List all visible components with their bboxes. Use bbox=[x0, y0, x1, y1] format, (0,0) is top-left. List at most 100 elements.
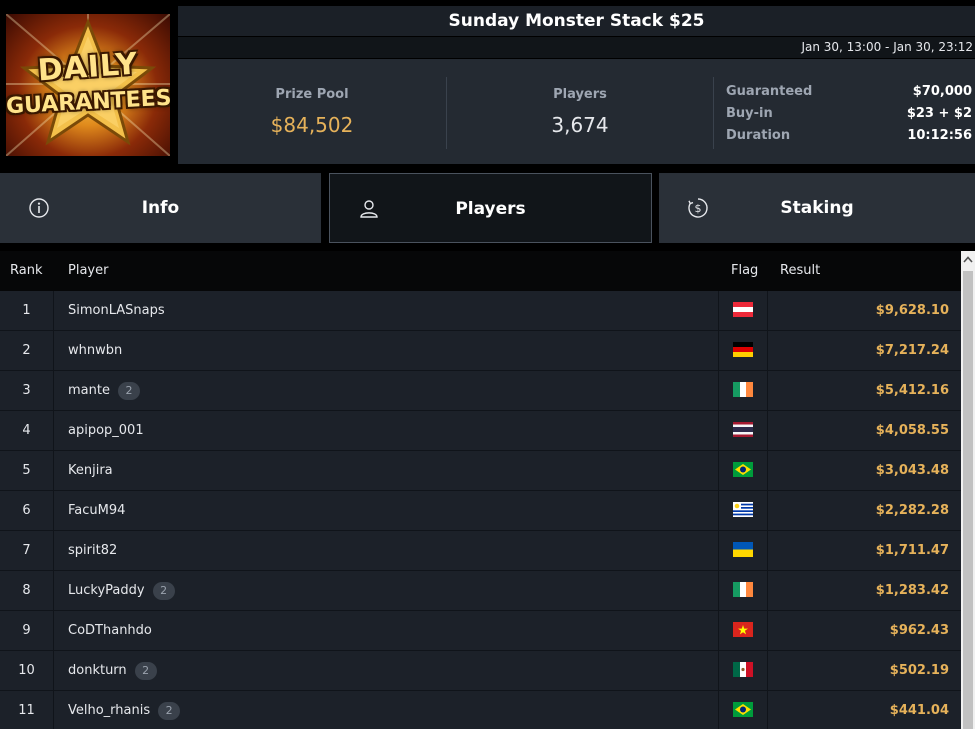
table-row[interactable]: 2 whnwbn $7,217.24 bbox=[0, 331, 961, 371]
flag-cell bbox=[718, 291, 768, 330]
header-flag[interactable]: Flag bbox=[731, 251, 758, 291]
player-name[interactable]: SimonLASnaps bbox=[68, 291, 165, 330]
austria-flag-icon bbox=[733, 302, 753, 317]
tournament-stats: Prize Pool $84,502 Players 3,674 Guarant… bbox=[178, 59, 975, 164]
player-cell[interactable]: SimonLASnaps bbox=[68, 291, 165, 330]
player-name[interactable]: Kenjira bbox=[68, 451, 113, 490]
player-name[interactable]: Velho_rhanis bbox=[68, 691, 150, 729]
flag-cell bbox=[718, 411, 768, 450]
duration-label: Duration bbox=[726, 128, 791, 143]
stats-divider bbox=[713, 77, 714, 149]
header-rank[interactable]: Rank bbox=[10, 251, 42, 291]
player-cell[interactable]: apipop_001 bbox=[68, 411, 144, 450]
flag-cell bbox=[718, 331, 768, 370]
player-name[interactable]: LuckyPaddy bbox=[68, 571, 145, 610]
player-cell[interactable]: Kenjira bbox=[68, 451, 113, 490]
tab-info[interactable]: Info bbox=[0, 173, 321, 243]
table-row[interactable]: 5 Kenjira $3,043.48 bbox=[0, 451, 961, 491]
result-cell: $1,711.47 bbox=[875, 543, 949, 558]
player-cell[interactable]: LuckyPaddy 2 bbox=[68, 571, 175, 610]
mexico-flag-icon bbox=[733, 662, 753, 677]
tournament-title: Sunday Monster Stack $25 bbox=[178, 6, 975, 36]
players-stat: Players 3,674 bbox=[446, 59, 714, 164]
daily-guarantees-banner: DAILY GUARANTEES bbox=[6, 14, 170, 156]
table-row[interactable]: 11 Velho_rhanis 2 $441.04 bbox=[0, 691, 961, 729]
duration-row: Duration 10:12:56 bbox=[726, 125, 972, 147]
entries-badge: 2 bbox=[134, 661, 157, 680]
rank-cell: 8 bbox=[0, 571, 54, 610]
result-cell: $7,217.24 bbox=[875, 343, 949, 358]
table-header: Rank Player Flag Result bbox=[0, 251, 961, 291]
scrollbar-thumb[interactable] bbox=[963, 271, 973, 729]
player-cell[interactable]: donkturn 2 bbox=[68, 651, 157, 690]
header-player[interactable]: Player bbox=[68, 251, 108, 291]
uruguay-flag-icon bbox=[733, 502, 753, 517]
player-name[interactable]: mante bbox=[68, 371, 110, 410]
player-name[interactable]: FacuM94 bbox=[68, 491, 125, 530]
prize-pool-stat: Prize Pool $84,502 bbox=[178, 59, 446, 164]
scroll-up-arrow-icon[interactable] bbox=[961, 251, 975, 269]
guaranteed-label: Guaranteed bbox=[726, 84, 813, 99]
tab-info-label: Info bbox=[141, 198, 180, 218]
flag-cell bbox=[718, 571, 768, 610]
tab-staking[interactable]: $ Staking bbox=[659, 173, 975, 243]
prize-pool-value: $84,502 bbox=[270, 113, 354, 137]
tab-players[interactable]: Players bbox=[329, 173, 652, 243]
player-cell[interactable]: mante 2 bbox=[68, 371, 140, 410]
player-cell[interactable]: FacuM94 bbox=[68, 491, 125, 530]
player-cell[interactable]: Velho_rhanis 2 bbox=[68, 691, 181, 729]
table-row[interactable]: 9 CoDThanhdo $962.43 bbox=[0, 611, 961, 651]
table-row[interactable]: 10 donkturn 2 $502.19 bbox=[0, 651, 961, 691]
player-name[interactable]: donkturn bbox=[68, 651, 127, 690]
table-row[interactable]: 8 LuckyPaddy 2 $1,283.42 bbox=[0, 571, 961, 611]
players-table: Rank Player Flag Result 1 SimonLASnaps $9,… bbox=[0, 251, 961, 729]
result-cell: $1,283.42 bbox=[875, 583, 949, 598]
guaranteed-value: $70,000 bbox=[912, 84, 972, 99]
buyin-label: Buy-in bbox=[726, 106, 773, 121]
brazil-flag-icon bbox=[733, 702, 753, 717]
player-cell[interactable]: whnwbn bbox=[68, 331, 122, 370]
entries-badge: 2 bbox=[117, 381, 140, 400]
table-body: 1 SimonLASnaps $9,628.10 2 whnwbn $7,217.24 3 m… bbox=[0, 291, 961, 729]
result-cell: $962.43 bbox=[889, 623, 949, 638]
flag-cell bbox=[718, 451, 768, 490]
flag-cell bbox=[718, 691, 768, 729]
table-row[interactable]: 3 mante 2 $5,412.16 bbox=[0, 371, 961, 411]
table-scrollbar[interactable] bbox=[961, 251, 975, 729]
rank-cell: 3 bbox=[0, 371, 54, 410]
guaranteed-row: Guaranteed $70,000 bbox=[726, 81, 972, 103]
entries-badge: 2 bbox=[158, 701, 181, 720]
player-cell[interactable]: spirit82 bbox=[68, 531, 117, 570]
table-row[interactable]: 4 apipop_001 $4,058.55 bbox=[0, 411, 961, 451]
ireland-flag-icon bbox=[733, 382, 753, 397]
player-cell[interactable]: CoDThanhdo bbox=[68, 611, 152, 650]
duration-value: 10:12:56 bbox=[907, 128, 972, 143]
player-name[interactable]: spirit82 bbox=[68, 531, 117, 570]
result-cell: $5,412.16 bbox=[875, 383, 949, 398]
flag-cell bbox=[718, 611, 768, 650]
table-row[interactable]: 1 SimonLASnaps $9,628.10 bbox=[0, 291, 961, 331]
result-cell: $502.19 bbox=[889, 663, 949, 678]
result-cell: $3,043.48 bbox=[875, 463, 949, 478]
rank-cell: 1 bbox=[0, 291, 54, 330]
entries-badge: 2 bbox=[152, 581, 175, 600]
table-row[interactable]: 7 spirit82 $1,711.47 bbox=[0, 531, 961, 571]
flag-cell bbox=[718, 371, 768, 410]
rank-cell: 6 bbox=[0, 491, 54, 530]
brazil-flag-icon bbox=[733, 462, 753, 477]
player-name[interactable]: whnwbn bbox=[68, 331, 122, 370]
player-name[interactable]: CoDThanhdo bbox=[68, 611, 152, 650]
result-cell: $2,282.28 bbox=[875, 503, 949, 518]
table-row[interactable]: 6 FacuM94 $2,282.28 bbox=[0, 491, 961, 531]
flag-cell bbox=[718, 491, 768, 530]
buyin-row: Buy-in $23 + $2 bbox=[726, 103, 972, 125]
tab-players-label: Players bbox=[455, 199, 526, 219]
players-value: 3,674 bbox=[551, 113, 609, 137]
tournament-details: Guaranteed $70,000 Buy-in $23 + $2 Durat… bbox=[726, 81, 972, 147]
rank-cell: 7 bbox=[0, 531, 54, 570]
rank-cell: 9 bbox=[0, 611, 54, 650]
header-result[interactable]: Result bbox=[780, 251, 820, 291]
player-name[interactable]: apipop_001 bbox=[68, 411, 144, 450]
rank-cell: 2 bbox=[0, 331, 54, 370]
buyin-value: $23 + $2 bbox=[906, 106, 972, 121]
